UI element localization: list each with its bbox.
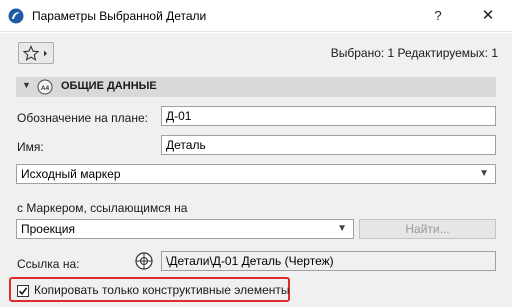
title-bar: Параметры Выбранной Детали ? ✕ [0,0,512,32]
chevron-down-icon: ▼ [479,168,489,179]
plan-id-input[interactable]: Д-01 [161,106,496,126]
section-header-general[interactable]: ▼ A4 ОБЩИЕ ДАННЫЕ [16,77,496,97]
marker-select[interactable]: Исходный маркер ▼ [16,164,496,184]
window-title: Параметры Выбранной Детали [32,9,207,23]
section-title: ОБЩИЕ ДАННЫЕ [61,80,157,92]
star-icon [22,45,47,61]
name-label: Имя: [17,140,44,154]
svg-text:A4: A4 [41,85,50,92]
favorites-button[interactable] [18,42,54,64]
copy-constructive-checkbox[interactable] [17,285,29,297]
plan-id-label: Обозначение на плане: [17,111,148,125]
ref-marker-select-value: Проекция [21,222,75,236]
chevron-down-icon: ▼ [337,223,347,234]
ref-marker-select[interactable]: Проекция ▼ [16,219,354,239]
link-label: Ссылка на: [17,257,80,271]
name-input[interactable]: Деталь [161,135,496,155]
collapse-chevron-icon: ▼ [22,80,31,90]
link-target-field: \Детали\Д-01 Деталь (Чертеж) [161,251,496,271]
copy-constructive-label[interactable]: Копировать только конструктивные элемент… [34,283,290,297]
app-logo-icon [8,8,24,24]
checkmark-icon [18,287,28,296]
marker-select-value: Исходный маркер [21,167,121,181]
ref-marker-label: с Маркером, ссылающимся на [17,201,188,215]
link-target-icon[interactable] [134,251,154,271]
dialog-body: Выбрано: 1 Редактируемых: 1 ▼ A4 ОБЩИЕ Д… [0,33,512,307]
find-button[interactable]: Найти... [359,219,496,239]
section-badge-icon: A4 [37,79,53,95]
help-button[interactable]: ? [426,4,450,28]
selection-count: Выбрано: 1 Редактируемых: 1 [330,46,498,60]
close-button[interactable]: ✕ [474,4,502,28]
